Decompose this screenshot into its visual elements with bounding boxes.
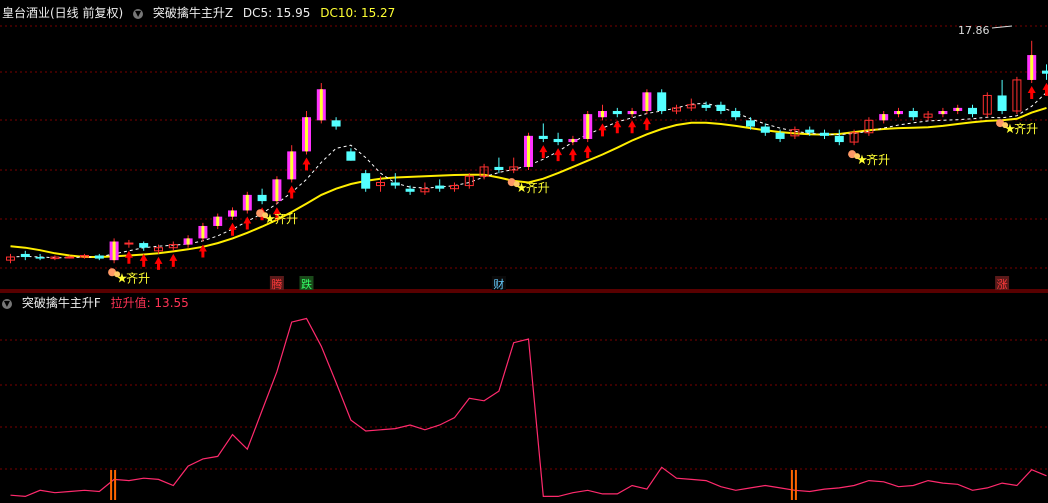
up-arrow-icon	[613, 120, 622, 134]
flag-bar	[110, 470, 113, 500]
highlight-bar-stripe	[231, 210, 234, 217]
event-tag: 财	[493, 277, 504, 291]
up-arrow-icon	[1042, 82, 1048, 96]
highlight-bar-stripe	[186, 238, 190, 245]
candle-body	[139, 243, 149, 248]
candle-body	[124, 242, 134, 245]
up-arrow-icon	[598, 123, 607, 137]
candle-body	[94, 255, 104, 259]
candle-body	[760, 126, 770, 133]
highlight-bar-stripe	[305, 117, 308, 152]
candle-body	[997, 95, 1007, 111]
highlight-bar-stripe	[216, 216, 220, 226]
candle-body	[20, 253, 30, 258]
candle-body	[65, 256, 75, 259]
candle-body	[257, 194, 267, 202]
up-arrow-icon	[1027, 86, 1036, 100]
candle-body	[494, 166, 504, 171]
highlight-bar-stripe	[245, 194, 249, 211]
candle-body	[553, 138, 563, 143]
candle-body	[716, 104, 726, 111]
stock-chart: ★齐升★齐升★齐升★齐升★齐升17.86腾跌财涨	[0, 24, 1048, 500]
signal-label: 齐升	[274, 211, 298, 226]
event-tag: 涨	[997, 278, 1008, 291]
signal-label: 齐升	[526, 180, 550, 195]
up-arrow-icon	[628, 120, 637, 134]
highlight-bar-stripe	[571, 138, 575, 143]
highlight-bar-stripe	[1030, 55, 1034, 80]
candle-body	[820, 132, 829, 136]
candle-body	[657, 92, 667, 111]
up-arrow-icon	[302, 157, 311, 171]
up-arrow-icon	[287, 185, 296, 199]
highlight-bar-stripe	[897, 111, 900, 115]
up-arrow-icon	[642, 117, 651, 131]
candle-body	[805, 129, 815, 133]
flag-bar	[114, 470, 117, 500]
candle-body	[405, 188, 415, 192]
candle-body	[390, 182, 400, 186]
candle-body	[731, 111, 741, 118]
highlight-bar-stripe	[630, 111, 634, 115]
highlight-bar-stripe	[956, 107, 960, 111]
highlight-bar-stripe	[882, 114, 886, 121]
up-arrow-icon	[124, 250, 133, 264]
highlight-bar-stripe	[275, 179, 279, 202]
event-tag: 腾	[271, 277, 282, 291]
candle-body	[908, 111, 918, 118]
up-arrow-icon	[169, 253, 178, 267]
candle-body	[435, 185, 445, 189]
highlight-bar-stripe	[201, 225, 205, 239]
lift-value-line	[10, 317, 1047, 498]
candle-body	[35, 257, 45, 259]
candle-body	[746, 120, 755, 127]
event-tag: 跌	[301, 277, 312, 291]
candle-body	[775, 132, 785, 139]
highlight-bar-stripe	[586, 114, 590, 139]
highlight-bar-stripe	[290, 151, 294, 180]
candle-body	[968, 107, 977, 115]
candle-body	[346, 151, 356, 161]
highlight-bar-stripe	[601, 111, 604, 118]
up-arrow-icon	[539, 145, 548, 159]
highlight-bar-stripe	[319, 89, 323, 121]
up-arrow-icon	[243, 216, 252, 230]
candle-body	[612, 111, 622, 115]
highlight-bar-stripe	[527, 135, 530, 167]
highlight-bar-stripe	[112, 241, 116, 261]
signal-label: 齐升	[866, 152, 890, 167]
candle-body	[538, 135, 548, 139]
candle-body	[834, 135, 844, 143]
peak-price-label: 17.86	[958, 24, 990, 37]
up-arrow-icon	[139, 253, 148, 267]
signal-label: 齐升	[126, 270, 150, 285]
candle-body	[331, 120, 341, 127]
highlight-bar-stripe	[941, 111, 945, 115]
highlight-bar-stripe	[645, 92, 649, 111]
candle-body	[1042, 70, 1048, 74]
up-arrow-icon	[228, 222, 237, 236]
candle-body	[701, 104, 711, 108]
up-arrow-icon	[583, 145, 592, 159]
candle-body	[361, 173, 371, 189]
flag-bar	[790, 470, 793, 500]
up-arrow-icon	[568, 148, 577, 162]
up-arrow-icon	[554, 148, 563, 162]
signal-label: 齐升	[1014, 121, 1038, 136]
flag-bar	[794, 470, 797, 500]
ma-white-line	[10, 92, 1047, 259]
